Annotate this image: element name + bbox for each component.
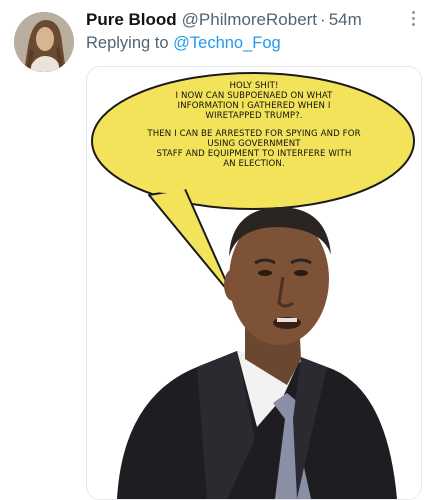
reply-context: Replying to @Techno_Fog xyxy=(86,34,281,53)
tweet-media[interactable]: HOLY SHIT! I NOW CAN SUBPOENAED ON WHAT … xyxy=(86,66,422,500)
bubble-line: THEN I CAN BE ARRESTED FOR SPYING AND FO… xyxy=(147,129,361,139)
bubble-line: I NOW CAN SUBPOENAED ON WHAT xyxy=(175,91,333,101)
bubble-line: INFORMATION I GATHERED WHEN I xyxy=(177,101,331,111)
reply-to-link[interactable]: @Techno_Fog xyxy=(173,34,281,52)
speech-bubble-text: HOLY SHIT! I NOW CAN SUBPOENAED ON WHAT … xyxy=(93,81,415,169)
separator-dot: · xyxy=(320,10,326,29)
bubble-line: USING GOVERNMENT xyxy=(207,139,301,149)
tweet-card[interactable]: Pure Blood @PhilmoreRobert · 54m Replyin… xyxy=(0,0,434,500)
reply-prefix: Replying to xyxy=(86,34,169,52)
bubble-line: HOLY SHIT! xyxy=(229,81,279,91)
avatar[interactable] xyxy=(14,12,74,72)
timestamp[interactable]: 54m xyxy=(329,10,362,30)
tweet-header: Pure Blood @PhilmoreRobert · 54m xyxy=(86,10,404,32)
display-name[interactable]: Pure Blood xyxy=(86,10,177,30)
more-vertical-icon[interactable] xyxy=(406,8,420,30)
bubble-line: WIRETAPPED TRUMP?. xyxy=(205,111,303,121)
bubble-line: AN ELECTION. xyxy=(223,159,285,169)
bubble-line: STAFF AND EQUIPMENT TO INTERFERE WITH xyxy=(156,149,352,159)
user-handle[interactable]: @PhilmoreRobert xyxy=(182,10,317,30)
avatar-image xyxy=(14,12,74,72)
